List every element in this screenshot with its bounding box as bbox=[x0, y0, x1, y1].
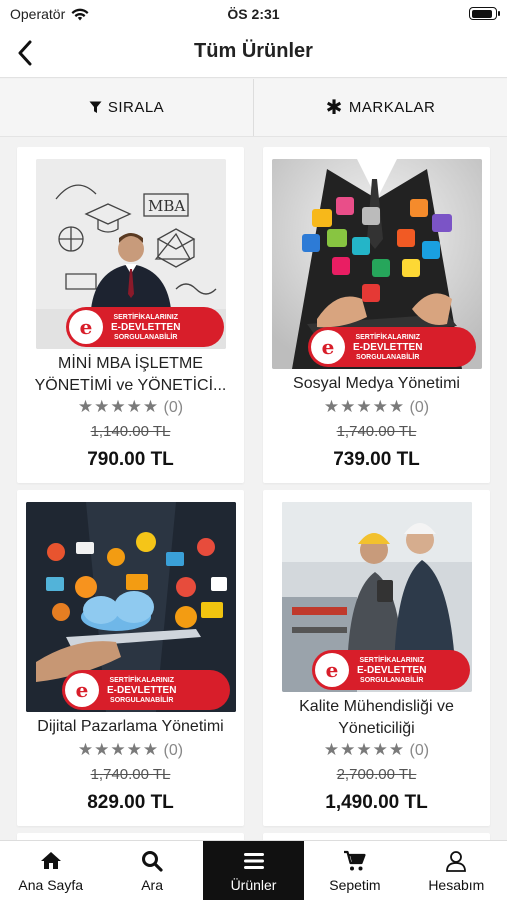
sort-button[interactable]: SIRALA bbox=[0, 79, 253, 136]
tab-bar: Ana Sayfa Ara Ürünler Sepetim Hesabım bbox=[0, 840, 507, 900]
edevlet-logo: e bbox=[311, 330, 345, 364]
tab-label: Sepetim bbox=[329, 876, 381, 893]
product-name: Kalite Mühendisliği ve Yöneticiliği bbox=[299, 698, 454, 737]
certificate-badge: e SERTİFİKALARINIZ E-DEVLETTEN SORGULANA… bbox=[66, 307, 224, 347]
product-old-price: 1,140.00 TL bbox=[90, 423, 171, 440]
nav-bar: Tüm Ürünler bbox=[0, 28, 507, 78]
product-price: 790.00 TL bbox=[87, 449, 174, 470]
tab-label: Ana Sayfa bbox=[18, 876, 83, 893]
product-old-price: 1,740.00 TL bbox=[90, 766, 171, 783]
rating-stars: ★★★★★ bbox=[323, 740, 406, 759]
product-name: MİNİ MBA İŞLETME YÖNETİMİ ve YÖNETİCİ... bbox=[34, 355, 227, 394]
product-name: Dijital Pazarlama Yönetimi bbox=[37, 718, 224, 735]
product-image-social-media: e SERTİFİKALARINIZ E-DEVLETTEN SORGULANA… bbox=[272, 159, 482, 369]
user-icon bbox=[446, 850, 467, 872]
filter-bar: SIRALA ✱ MARKALAR bbox=[0, 79, 507, 137]
rating-stars: ★★★★★ bbox=[77, 740, 160, 759]
rating-count: (0) bbox=[163, 742, 184, 759]
product-card[interactable] bbox=[263, 833, 490, 840]
product-card[interactable]: e SERTİFİKALARINIZ E-DEVLETTEN SORGULANA… bbox=[17, 490, 244, 826]
tab-account[interactable]: Hesabım bbox=[406, 841, 507, 900]
product-image-digital-marketing: e SERTİFİKALARINIZ E-DEVLETTEN SORGULANA… bbox=[26, 502, 236, 712]
product-rating: ★★★★★ (0) bbox=[263, 740, 490, 760]
tab-label: Hesabım bbox=[428, 876, 485, 893]
asterisk-icon: ✱ bbox=[325, 96, 343, 119]
rating-stars: ★★★★★ bbox=[323, 397, 406, 416]
product-old-price: 1,740.00 TL bbox=[336, 423, 417, 440]
tab-home[interactable]: Ana Sayfa bbox=[0, 841, 101, 900]
brands-label: MARKALAR bbox=[348, 99, 436, 116]
edevlet-logo: e bbox=[69, 310, 103, 344]
page-title: Tüm Ürünler bbox=[194, 40, 313, 62]
certificate-badge: e SERTİFİKALARINIZ E-DEVLETTEN SORGULANA… bbox=[308, 327, 476, 367]
filter-funnel-icon bbox=[89, 101, 102, 113]
product-price: 1,490.00 TL bbox=[325, 792, 428, 813]
cart-icon bbox=[343, 850, 366, 870]
rating-stars: ★★★★★ bbox=[77, 397, 160, 416]
edevlet-logo: e bbox=[65, 673, 99, 707]
certificate-badge: e SERTİFİKALARINIZ E-DEVLETTEN SORGULANA… bbox=[312, 650, 470, 690]
brands-button[interactable]: ✱ MARKALAR bbox=[254, 79, 507, 136]
product-image-quality-engineering: e SERTİFİKALARINIZ E-DEVLETTEN SORGULANA… bbox=[282, 502, 472, 692]
product-card[interactable]: MBA e SERTİFİKALARINIZ E-DEVLETTEN SORGU… bbox=[17, 147, 244, 483]
product-price: 829.00 TL bbox=[87, 792, 174, 813]
product-card[interactable]: e SERTİFİKALARINIZ E-DEVLETTEN SORGULANA… bbox=[263, 490, 490, 826]
product-card[interactable]: e SERTİFİKALARINIZ E-DEVLETTEN SORGULANA… bbox=[263, 147, 490, 483]
product-card[interactable] bbox=[17, 833, 244, 840]
edevlet-logo: e bbox=[315, 653, 349, 687]
sort-label: SIRALA bbox=[107, 99, 165, 116]
product-price: 739.00 TL bbox=[333, 449, 420, 470]
certificate-badge: e SERTİFİKALARINIZ E-DEVLETTEN SORGULANA… bbox=[62, 670, 230, 710]
tab-search[interactable]: Ara bbox=[101, 841, 202, 900]
product-image-mba: MBA e SERTİFİKALARINIZ E-DEVLETTEN SORGU… bbox=[36, 159, 226, 349]
status-bar: Operatör ÖS 2:31 bbox=[0, 0, 507, 28]
home-icon bbox=[40, 851, 61, 869]
tab-products[interactable]: Ürünler bbox=[202, 841, 305, 900]
search-icon bbox=[142, 850, 163, 872]
battery-fill bbox=[471, 9, 493, 18]
menu-icon bbox=[243, 852, 264, 869]
rating-count: (0) bbox=[409, 742, 430, 759]
battery-icon bbox=[469, 7, 500, 20]
product-grid: MBA e SERTİFİKALARINIZ E-DEVLETTEN SORGU… bbox=[0, 137, 507, 840]
rating-count: (0) bbox=[409, 399, 430, 416]
rating-count: (0) bbox=[163, 399, 184, 416]
tab-label: Ürünler bbox=[230, 876, 277, 893]
product-rating: ★★★★★ (0) bbox=[17, 740, 244, 760]
svg-text:MBA: MBA bbox=[148, 197, 185, 215]
product-name: Sosyal Medya Yönetimi bbox=[293, 375, 460, 392]
tab-cart[interactable]: Sepetim bbox=[304, 841, 405, 900]
product-old-price: 2,700.00 TL bbox=[336, 766, 417, 783]
tab-label: Ara bbox=[141, 876, 163, 893]
product-rating: ★★★★★ (0) bbox=[263, 397, 490, 417]
product-rating: ★★★★★ (0) bbox=[17, 397, 244, 417]
status-time: ÖS 2:31 bbox=[227, 6, 280, 22]
